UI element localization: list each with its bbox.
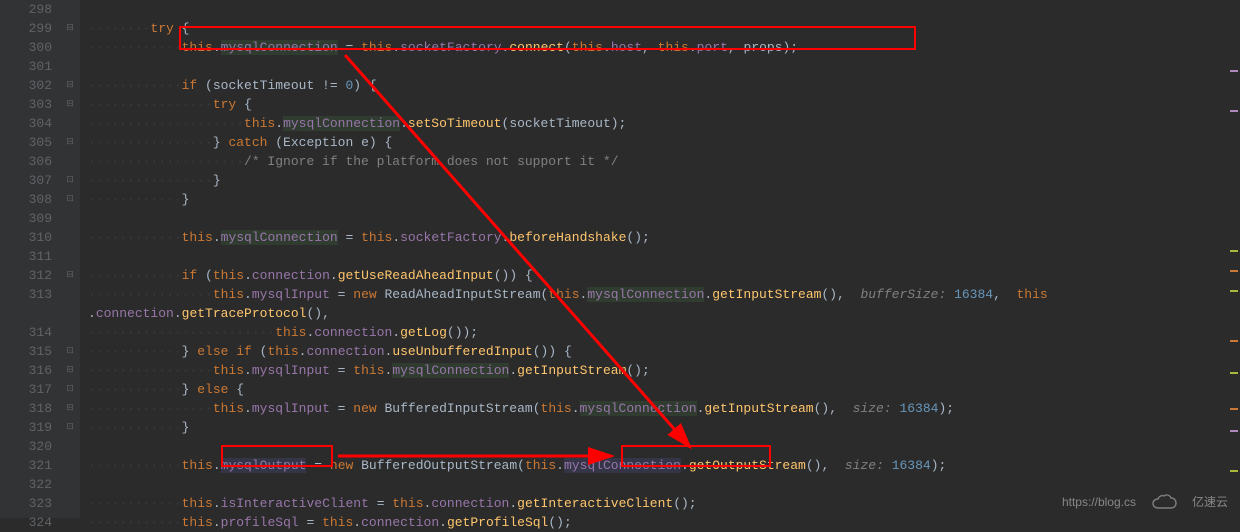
fold-icon[interactable] (60, 513, 80, 532)
line-number: 305 (0, 133, 52, 152)
line-number: 319 (0, 418, 52, 437)
fold-icon[interactable] (60, 247, 80, 266)
fold-icon[interactable] (60, 437, 80, 456)
line-number: 318 (0, 399, 52, 418)
fold-icon[interactable] (60, 304, 80, 323)
line-number: 313 (0, 285, 52, 304)
fold-icon[interactable] (60, 0, 80, 19)
fold-icon[interactable]: ⊟ (60, 266, 80, 285)
fold-icon[interactable] (60, 209, 80, 228)
code-editor[interactable]: 298 299 300 301 302 303 304 305 306 307 … (0, 0, 1240, 518)
fold-icon[interactable]: ⊡ (60, 418, 80, 437)
code-content[interactable]: ········try {············this.mysqlConne… (80, 0, 1240, 518)
fold-icon[interactable] (60, 228, 80, 247)
fold-icon[interactable]: ⊡ (60, 171, 80, 190)
line-number: 312 (0, 266, 52, 285)
line-number-gutter: 298 299 300 301 302 303 304 305 306 307 … (0, 0, 60, 518)
fold-icon[interactable] (60, 57, 80, 76)
line-number: 306 (0, 152, 52, 171)
fold-icon[interactable]: ⊟ (60, 19, 80, 38)
fold-icon[interactable]: ⊡ (60, 190, 80, 209)
line-number (0, 304, 52, 323)
line-number: 304 (0, 114, 52, 133)
line-number: 323 (0, 494, 52, 513)
watermark-brand: 亿速云 (1192, 493, 1228, 512)
cloud-icon (1150, 494, 1178, 512)
line-number: 322 (0, 475, 52, 494)
fold-icon[interactable] (60, 494, 80, 513)
fold-icon[interactable] (60, 114, 80, 133)
line-number: 303 (0, 95, 52, 114)
fold-icon[interactable]: ⊟ (60, 76, 80, 95)
line-number: 311 (0, 247, 52, 266)
line-number: 310 (0, 228, 52, 247)
fold-icon[interactable] (60, 38, 80, 57)
line-number: 308 (0, 190, 52, 209)
line-number: 324 (0, 513, 52, 532)
fold-icon[interactable] (60, 475, 80, 494)
line-number: 300 (0, 38, 52, 57)
watermark-blog-url: https://blog.cs (1062, 493, 1136, 512)
line-number: 309 (0, 209, 52, 228)
line-number: 298 (0, 0, 52, 19)
line-number: 301 (0, 57, 52, 76)
fold-icon[interactable] (60, 285, 80, 304)
line-number: 302 (0, 76, 52, 95)
fold-icon[interactable]: ⊟ (60, 95, 80, 114)
watermark: https://blog.cs 亿速云 (1062, 493, 1228, 512)
fold-icon[interactable]: ⊟ (60, 133, 80, 152)
fold-icon[interactable] (60, 456, 80, 475)
fold-icon[interactable]: ⊡ ⊟ (60, 342, 80, 361)
line-number: 316 (0, 361, 52, 380)
scrollbar-marks[interactable] (1228, 0, 1240, 518)
line-number: 315 (0, 342, 52, 361)
line-number: 320 (0, 437, 52, 456)
fold-icon[interactable] (60, 152, 80, 171)
fold-gutter: ⊟ ⊟ ⊟ ⊟ ⊡ ⊡ ⊟ ⊡ ⊟ ⊡ ⊟ ⊡ (60, 0, 80, 518)
fold-icon[interactable] (60, 323, 80, 342)
fold-icon[interactable]: ⊡ ⊟ (60, 380, 80, 399)
line-number: 299 (0, 19, 52, 38)
line-number: 317 (0, 380, 52, 399)
line-number: 307 (0, 171, 52, 190)
line-number: 321 (0, 456, 52, 475)
line-number: 314 (0, 323, 52, 342)
